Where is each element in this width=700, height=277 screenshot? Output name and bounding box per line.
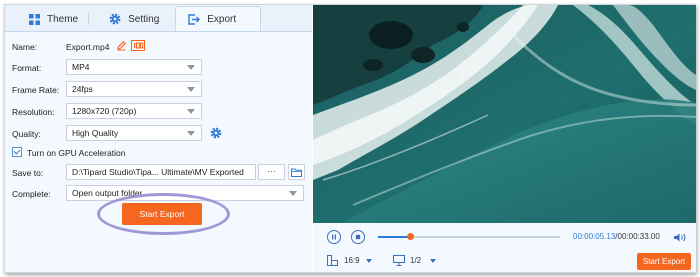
pause-button[interactable] bbox=[327, 230, 341, 244]
ocean-shore-image bbox=[313, 5, 696, 223]
format-label: Format: bbox=[12, 63, 42, 73]
split-value: 1/2 bbox=[410, 256, 422, 265]
chevron-down-icon bbox=[187, 109, 195, 114]
save-path-value: D:\Tipard Studio\Tipa... Ultimate\MV Exp… bbox=[72, 167, 244, 177]
quality-label: Quality: bbox=[12, 129, 41, 139]
frame-rate-label: Frame Rate: bbox=[12, 85, 60, 95]
complete-label: Complete: bbox=[12, 189, 51, 199]
quality-select[interactable]: High Quality bbox=[66, 125, 202, 141]
player-controls: 00:00:05.13/00:00:33.00 16:9 1/2 Start E… bbox=[313, 223, 696, 272]
quality-settings-gear-icon[interactable] bbox=[210, 127, 222, 139]
gpu-acceleration-checkbox[interactable] bbox=[12, 147, 22, 157]
tab-export[interactable]: Export bbox=[175, 6, 262, 31]
aspect-ratio-icon bbox=[327, 255, 338, 266]
tab-theme-label: Theme bbox=[47, 13, 79, 25]
format-value: MP4 bbox=[72, 62, 90, 72]
grid-icon bbox=[29, 13, 40, 25]
seek-bar[interactable] bbox=[378, 233, 560, 240]
tab-setting-label: Setting bbox=[128, 13, 160, 25]
stop-icon bbox=[355, 234, 361, 240]
current-time: 00:00:05.13 bbox=[573, 232, 616, 241]
pencil-icon[interactable] bbox=[116, 40, 127, 51]
tab-setting[interactable]: Setting bbox=[89, 7, 169, 31]
resolution-label: Resolution: bbox=[12, 107, 55, 117]
name-value: Export.mp4 bbox=[66, 42, 110, 52]
seek-bar-progress bbox=[378, 236, 411, 238]
save-to-label: Save to: bbox=[12, 168, 44, 178]
browse-button[interactable]: ··· bbox=[258, 164, 285, 180]
app-window: Theme Setting Export Name: Export.mp4 Fo… bbox=[4, 4, 696, 273]
start-export-button[interactable]: Start Export bbox=[122, 203, 202, 225]
aspect-ratio-value: 16:9 bbox=[344, 256, 360, 265]
seek-bar-thumb[interactable] bbox=[407, 233, 415, 240]
format-select[interactable]: MP4 bbox=[66, 59, 202, 75]
export-icon bbox=[188, 13, 201, 25]
frame-rate-select[interactable]: 24fps bbox=[66, 81, 202, 97]
stop-button[interactable] bbox=[351, 230, 365, 244]
preview-panel: 00:00:05.13/00:00:33.00 16:9 1/2 Start E… bbox=[313, 5, 696, 272]
split-screen-icon bbox=[393, 255, 405, 266]
gpu-acceleration-label: Turn on GPU Acceleration bbox=[27, 148, 126, 158]
frame-rate-value: 24fps bbox=[72, 84, 93, 94]
chevron-down-icon bbox=[187, 65, 195, 70]
split-dropdown-icon[interactable] bbox=[430, 259, 436, 263]
tab-theme[interactable]: Theme bbox=[5, 7, 88, 31]
total-time: 00:00:33.00 bbox=[617, 232, 660, 241]
open-folder-button[interactable] bbox=[288, 164, 305, 180]
volume-icon[interactable] bbox=[673, 232, 687, 243]
quality-value: High Quality bbox=[72, 128, 119, 138]
settings-panel: Theme Setting Export Name: Export.mp4 Fo… bbox=[5, 5, 312, 272]
chevron-down-icon bbox=[289, 191, 297, 196]
tab-bar: Theme Setting Export bbox=[5, 5, 312, 31]
gear-icon bbox=[109, 13, 121, 25]
id3-tag-icon[interactable] bbox=[131, 40, 145, 51]
export-settings-form: Name: Export.mp4 Format: MP4 Frame Rate: bbox=[5, 31, 312, 272]
chevron-down-icon bbox=[187, 87, 195, 92]
folder-icon bbox=[291, 168, 302, 177]
chevron-down-icon bbox=[187, 131, 195, 136]
preview-start-export-button[interactable]: Start Export bbox=[637, 253, 691, 270]
resolution-value: 1280x720 (720p) bbox=[72, 106, 137, 116]
resolution-select[interactable]: 1280x720 (720p) bbox=[66, 103, 202, 119]
timecode: 00:00:05.13/00:00:33.00 bbox=[573, 232, 660, 241]
tab-export-label: Export bbox=[207, 13, 237, 25]
pause-icon bbox=[332, 234, 336, 240]
name-label: Name: bbox=[12, 42, 38, 52]
aspect-ratio-dropdown-icon[interactable] bbox=[366, 259, 372, 263]
video-preview bbox=[313, 5, 696, 223]
save-path-field[interactable]: D:\Tipard Studio\Tipa... Ultimate\MV Exp… bbox=[66, 164, 256, 180]
